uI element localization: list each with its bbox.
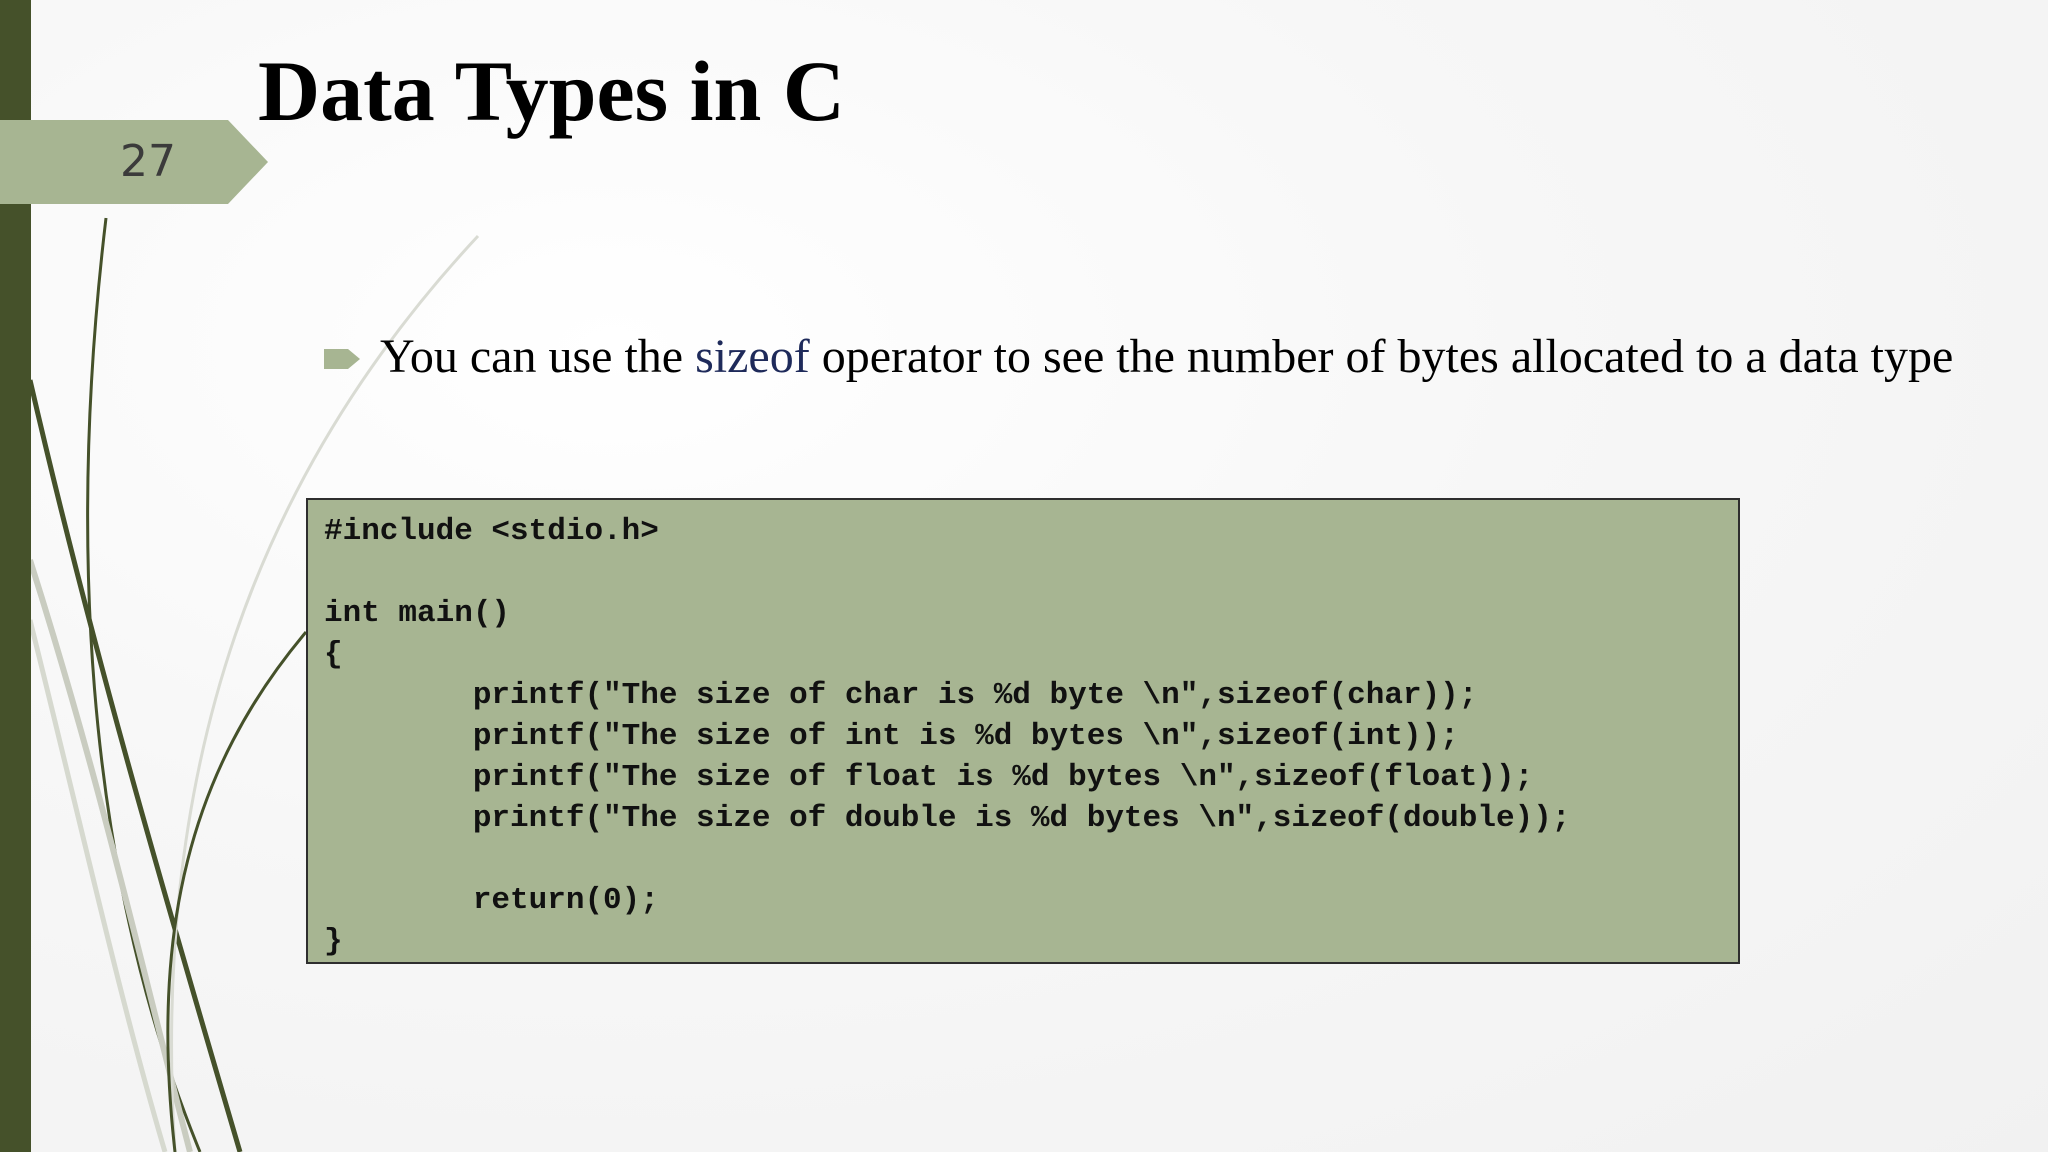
bullet-arrow-icon (324, 349, 360, 369)
page-number: 27 (120, 136, 176, 187)
sizeof-keyword: sizeof (695, 330, 810, 383)
code-line: #include <stdio.h> (324, 514, 659, 549)
code-line: return(0); (324, 883, 659, 918)
code-line: } (324, 924, 343, 959)
bullet-text: You can use the sizeof operator to see t… (380, 326, 2032, 388)
bullet-text-after: operator to see the number of bytes allo… (809, 330, 1954, 383)
code-block: #include <stdio.h> int main() { printf("… (306, 498, 1740, 964)
code-line: { (324, 637, 343, 672)
code-line: printf("The size of char is %d byte \n",… (324, 678, 1478, 713)
code-line: printf("The size of float is %d bytes \n… (324, 760, 1534, 795)
slide: 27 Data Types in C You can use the sizeo… (0, 0, 2048, 1152)
slide-title: Data Types in C (258, 43, 845, 139)
bullet-text-before: You can use the (380, 330, 696, 383)
code-line: printf("The size of int is %d bytes \n",… (324, 719, 1459, 754)
code-line: int main() (324, 596, 511, 631)
code-line: printf("The size of double is %d bytes \… (324, 801, 1571, 836)
